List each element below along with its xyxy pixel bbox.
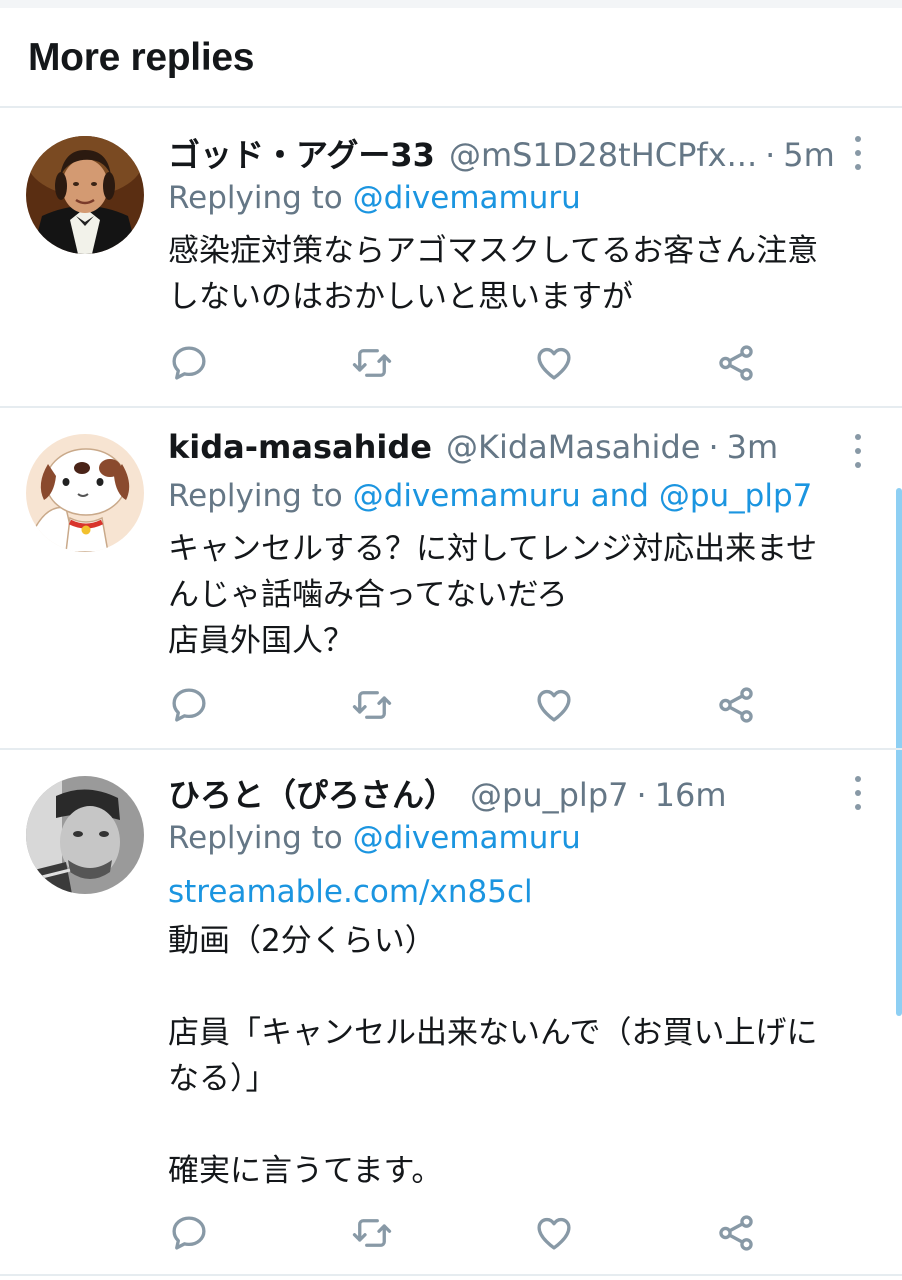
tweet-header: ひろと（ぴろさん） @pu_plp7 · 16m bbox=[168, 770, 727, 816]
reply-tweet[interactable]: kida-masahide @KidaMasahide · 3m Replyin… bbox=[0, 408, 902, 750]
author-name[interactable]: ゴッド・アグー33 bbox=[168, 130, 435, 176]
retweet-icon[interactable] bbox=[351, 1212, 393, 1254]
tweet-text-line: 店員外国人？ bbox=[168, 623, 354, 659]
more-options-icon[interactable] bbox=[850, 434, 866, 468]
reply-icon[interactable] bbox=[168, 684, 210, 726]
author-handle[interactable]: @KidaMasahide bbox=[446, 428, 700, 466]
tweet-text-line: しないのはおかしいと思いますが bbox=[168, 279, 633, 315]
like-icon[interactable] bbox=[533, 684, 575, 726]
replying-to: Replying to @divemamuru bbox=[168, 820, 581, 856]
tweet-text: キャンセルする？に対してレンジ対応出来ませ んじゃ話噛み合ってないだろ 店員外国… bbox=[168, 526, 878, 664]
author-handle[interactable]: @pu_plp7 bbox=[470, 776, 628, 814]
tweet-text-line: 感染症対策ならアゴマスクしてるお客さん注意 bbox=[168, 233, 819, 269]
author-handle[interactable]: @mS1D28tHCPfx... bbox=[449, 136, 757, 174]
reply-tweet[interactable]: ゴッド・アグー33 @mS1D28tHCPfx... · 5m Replying… bbox=[0, 110, 902, 408]
avatar[interactable] bbox=[26, 776, 144, 894]
like-icon[interactable] bbox=[533, 342, 575, 384]
tweet-actions bbox=[168, 1212, 768, 1256]
replying-to: Replying to @divemamuru bbox=[168, 180, 581, 216]
tweet-actions bbox=[168, 342, 768, 386]
tweet-text-line: 店員「キャンセル出来ないんで（お買い上げに bbox=[168, 1015, 818, 1051]
author-name[interactable]: kida-masahide bbox=[168, 428, 432, 466]
tweet-header: kida-masahide @KidaMasahide · 3m bbox=[168, 428, 778, 474]
more-options-icon[interactable] bbox=[850, 776, 866, 810]
tweet-text-line bbox=[168, 1102, 878, 1148]
replying-to-label: Replying to bbox=[168, 180, 343, 216]
tweet-text: 動画（2分くらい） 店員「キャンセル出来ないんで（お買い上げに なる）」 確実に… bbox=[168, 918, 878, 1194]
reply-tweet[interactable]: ひろと（ぴろさん） @pu_plp7 · 16m Replying to @di… bbox=[0, 750, 902, 1276]
tweet-text-line: 動画（2分くらい） bbox=[168, 923, 436, 959]
like-icon[interactable] bbox=[533, 1212, 575, 1254]
share-icon[interactable] bbox=[715, 1212, 757, 1254]
separator-dot: · bbox=[708, 428, 719, 466]
author-name[interactable]: ひろと（ぴろさん） bbox=[168, 770, 456, 816]
reply-icon[interactable] bbox=[168, 1212, 210, 1254]
more-options-icon[interactable] bbox=[850, 136, 866, 170]
video-link[interactable]: streamable.com/xn85cl bbox=[168, 874, 533, 910]
tweet-text-line: んじゃ話噛み合ってないだろ bbox=[168, 577, 568, 613]
mention-link[interactable]: @pu_plp7 bbox=[659, 478, 813, 514]
timestamp[interactable]: 5m bbox=[783, 136, 835, 174]
separator-dot: · bbox=[765, 136, 776, 174]
avatar[interactable] bbox=[26, 434, 144, 552]
tweet-text-line: 確実に言うてます。 bbox=[168, 1153, 443, 1189]
tweet-actions bbox=[168, 684, 768, 728]
timestamp[interactable]: 3m bbox=[727, 428, 779, 466]
share-icon[interactable] bbox=[715, 684, 757, 726]
replying-to: Replying to @divemamuru and @pu_plp7 bbox=[168, 478, 812, 514]
share-icon[interactable] bbox=[715, 342, 757, 384]
top-divider-strip bbox=[0, 0, 902, 8]
mention-link[interactable]: @divemamuru bbox=[353, 180, 581, 216]
tweet-text-line: キャンセルする？に対してレンジ対応出来ませ bbox=[168, 531, 818, 567]
replying-and-conjunction: and bbox=[590, 478, 649, 514]
mention-link[interactable]: @divemamuru bbox=[353, 478, 581, 514]
avatar[interactable] bbox=[26, 136, 144, 254]
separator-dot: · bbox=[636, 776, 647, 814]
timestamp[interactable]: 16m bbox=[655, 776, 727, 814]
replying-to-label: Replying to bbox=[168, 478, 343, 514]
tweet-header: ゴッド・アグー33 @mS1D28tHCPfx... · 5m bbox=[168, 130, 835, 176]
replying-to-label: Replying to bbox=[168, 820, 343, 856]
more-replies-header: More replies bbox=[0, 8, 902, 108]
mention-link[interactable]: @divemamuru bbox=[353, 820, 581, 856]
retweet-icon[interactable] bbox=[351, 684, 393, 726]
tweet-text-line: なる）」 bbox=[168, 1061, 277, 1097]
retweet-icon[interactable] bbox=[351, 342, 393, 384]
reply-icon[interactable] bbox=[168, 342, 210, 384]
tweet-text: 感染症対策ならアゴマスクしてるお客さん注意 しないのはおかしいと思いますが bbox=[168, 228, 878, 320]
tweet-text-line bbox=[168, 964, 878, 1010]
section-title: More replies bbox=[28, 36, 255, 79]
